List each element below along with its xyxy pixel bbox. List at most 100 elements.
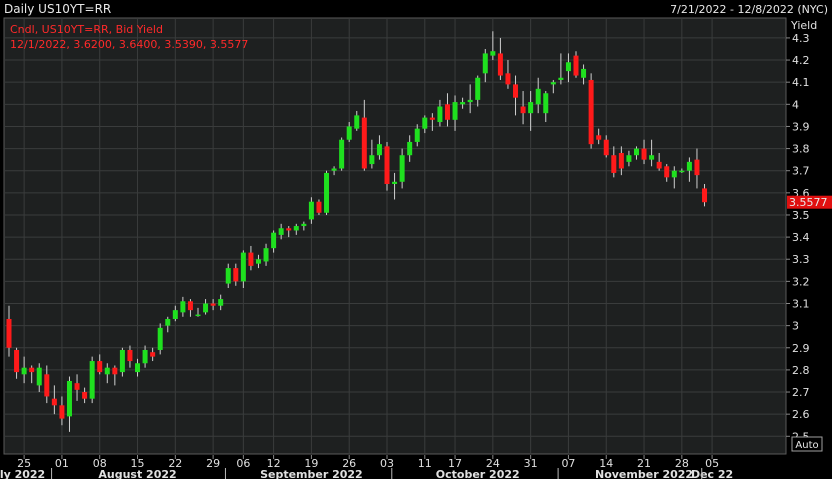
candle-body <box>565 62 571 72</box>
legend-ohlc: 12/1/2022, 3.6200, 3.6400, 3.5390, 3.557… <box>10 38 248 51</box>
candle-body <box>520 106 526 114</box>
candle <box>384 141 390 191</box>
candle-body <box>14 349 20 373</box>
candle-body <box>664 166 670 178</box>
candle-body <box>475 77 481 100</box>
candle-body <box>97 361 103 373</box>
last-price-marker: 3.5577 <box>787 195 832 209</box>
candle-body <box>641 148 647 160</box>
candle-body <box>89 361 95 399</box>
candle <box>588 73 594 149</box>
candle-body <box>550 82 556 85</box>
candle-body <box>263 248 269 262</box>
candle <box>316 199 322 215</box>
candle-body <box>6 318 12 348</box>
candle-body <box>142 349 148 364</box>
candle-body <box>301 223 307 227</box>
y-tick-label: 3.9 <box>792 120 810 133</box>
chart-title: Daily US10YT=RR <box>4 2 111 16</box>
month-label: November 2022 <box>595 468 693 479</box>
candle-body <box>74 383 80 390</box>
candle-body <box>104 367 110 375</box>
candle <box>89 356 95 404</box>
candle-body <box>407 141 413 156</box>
candle-body <box>535 88 541 105</box>
candle-body <box>339 139 345 169</box>
candle-body <box>392 181 398 184</box>
candle-body <box>324 172 330 213</box>
candle-body <box>611 155 617 173</box>
candle-body <box>135 363 141 373</box>
candle-body <box>203 303 209 313</box>
candle-body <box>187 301 193 311</box>
y-tick-label: 4 <box>792 98 799 111</box>
candle-body <box>271 232 277 249</box>
y-tick-label: 3.5 <box>792 209 810 222</box>
legend-series: Cndl, US10YT=RR, Bid Yield <box>10 23 163 36</box>
candle-body <box>293 226 299 231</box>
candle-body <box>376 144 382 156</box>
y-tick-label: 3 <box>792 320 799 333</box>
candle-body <box>460 102 466 105</box>
candle-body <box>331 168 337 171</box>
candle-body <box>172 310 178 319</box>
candle-body <box>581 68 587 78</box>
y-tick-label: 2.9 <box>792 342 810 355</box>
candle-body <box>346 126 352 140</box>
y-tick-label: 3.8 <box>792 143 810 156</box>
candle-body <box>588 79 594 145</box>
candle-body <box>596 135 602 140</box>
candle-body <box>399 155 405 182</box>
candle-body <box>354 115 360 129</box>
candle-body <box>656 161 662 169</box>
plot-area[interactable] <box>3 17 787 455</box>
y-tick-label: 3.1 <box>792 298 810 311</box>
month-label: September 2022 <box>260 468 363 479</box>
candle-body <box>112 367 118 375</box>
candle-body <box>702 188 708 203</box>
candle-body <box>361 117 367 169</box>
candle-body <box>528 102 534 114</box>
candle-body <box>437 106 443 123</box>
candle-body <box>233 268 239 282</box>
candle-body <box>369 155 375 165</box>
candle-body <box>626 155 632 162</box>
last-price-label: 3.5577 <box>789 196 828 209</box>
candle-body <box>444 104 450 120</box>
candle-body <box>180 301 186 313</box>
candle <box>157 323 163 355</box>
candle-body <box>603 139 609 156</box>
y-tick-label: 3.7 <box>792 165 810 178</box>
candle-body <box>59 405 65 419</box>
candle-body <box>618 153 624 169</box>
candle-body <box>573 55 579 76</box>
month-label: Dec 22 <box>691 468 733 479</box>
candle-body <box>482 53 488 74</box>
y-axis-title: Yield <box>790 19 817 32</box>
y-tick-label: 3.2 <box>792 275 810 288</box>
candle-body <box>195 314 201 317</box>
candle-body <box>505 73 511 85</box>
candle-body <box>119 349 125 373</box>
candle-body <box>671 170 677 178</box>
candle-body <box>694 159 700 176</box>
candle-body <box>51 398 57 406</box>
x-tick-label: 29 <box>206 457 220 470</box>
candle-body <box>66 380 72 417</box>
auto-scale-label[interactable]: Auto <box>795 440 818 451</box>
y-tick-label: 4.1 <box>792 76 810 89</box>
y-tick-label: 4.3 <box>792 32 810 45</box>
x-tick-label: 11 <box>418 457 432 470</box>
month-label: August 2022 <box>98 468 176 479</box>
candle-body <box>316 201 322 213</box>
candle-body <box>157 327 163 350</box>
candle-body <box>429 117 435 120</box>
candle-body <box>225 268 231 284</box>
y-tick-label: 2.6 <box>792 408 810 421</box>
candle-body <box>686 161 692 171</box>
candle-body <box>633 148 639 156</box>
candle-body <box>127 349 133 362</box>
candle-body <box>308 201 314 220</box>
candle-body <box>543 93 549 114</box>
y-tick-label: 3.4 <box>792 231 810 244</box>
